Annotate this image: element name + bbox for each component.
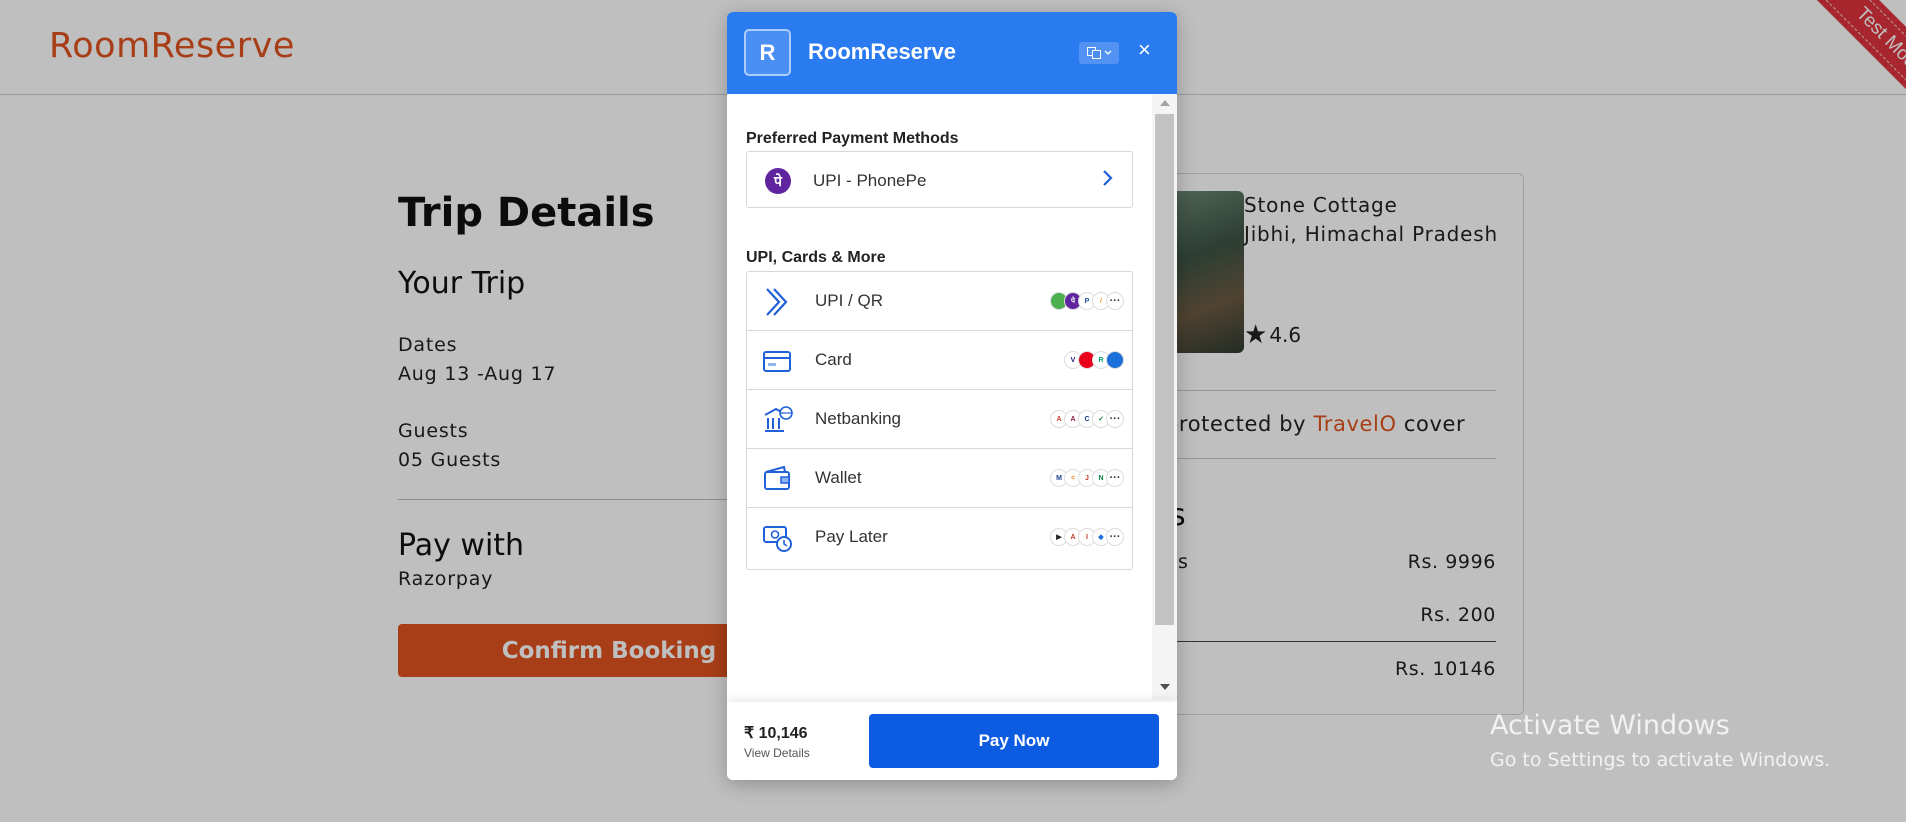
translate-icon	[1086, 47, 1101, 59]
upi-app-badges: पे P / ···	[1050, 292, 1124, 310]
method-netbanking[interactable]: Netbanking A A C ✓ ···	[747, 390, 1132, 449]
method-label: Pay Later	[815, 527, 888, 546]
total-amount: ₹ 10,146	[744, 725, 808, 742]
merchant-name: RoomReserve	[808, 39, 956, 64]
bank-icon	[764, 406, 793, 432]
pay-later-icon	[763, 526, 792, 552]
windows-activation-watermark: Activate Windows Go to Settings to activ…	[1490, 710, 1830, 771]
merchant-logo: R	[744, 29, 791, 76]
wallet-badges: M < J N ···	[1050, 469, 1124, 487]
checkout-header: R RoomReserve ×	[727, 12, 1177, 94]
more-icon: ···	[1106, 528, 1124, 546]
checkout-body: Preferred Payment Methods पे UPI - Phone…	[727, 94, 1177, 700]
close-icon[interactable]: ×	[1138, 39, 1151, 61]
preferred-methods-title: Preferred Payment Methods	[746, 130, 959, 147]
razorpay-checkout-modal: R RoomReserve × Preferred Payment Method…	[727, 12, 1177, 780]
more-icon: ···	[1106, 410, 1124, 428]
wallet-icon	[764, 465, 790, 490]
scrollbar[interactable]	[1152, 94, 1177, 700]
method-wallet[interactable]: Wallet M < J N ···	[747, 449, 1132, 508]
checkout-footer: ₹ 10,146 View Details Pay Now	[727, 702, 1177, 780]
pay-now-button[interactable]: Pay Now	[869, 714, 1159, 768]
more-icon: ···	[1106, 292, 1124, 310]
upi-cards-more-title: UPI, Cards & More	[746, 249, 886, 266]
method-pay-later[interactable]: Pay Later ▶ A I ◆ ···	[747, 508, 1132, 569]
method-label: Card	[815, 350, 852, 369]
watermark-subtitle: Go to Settings to activate Windows.	[1490, 749, 1831, 771]
scroll-down-arrow-icon[interactable]	[1160, 684, 1170, 690]
method-label: Netbanking	[815, 409, 902, 428]
upi-qr-icon	[766, 288, 788, 316]
method-upi-qr[interactable]: UPI / QR पे P / ···	[747, 272, 1132, 331]
method-label: UPI / QR	[815, 291, 884, 310]
chevron-down-icon	[1104, 50, 1111, 55]
bank-badges: A A C ✓ ···	[1050, 410, 1124, 428]
card-network-badges: V R	[1064, 351, 1124, 369]
method-label: Wallet	[815, 468, 862, 487]
phonepe-icon: पे	[765, 168, 791, 194]
language-selector[interactable]	[1079, 42, 1119, 64]
preferred-method-label: UPI - PhonePe	[813, 171, 927, 190]
scroll-up-arrow-icon[interactable]	[1160, 100, 1170, 106]
scrollbar-thumb[interactable]	[1155, 114, 1174, 625]
pay-later-badges: ▶ A I ◆ ···	[1050, 528, 1124, 546]
card-icon	[763, 351, 791, 372]
maestro-icon	[1106, 351, 1124, 369]
view-details-link[interactable]: View Details	[744, 746, 810, 760]
preferred-method-phonepe[interactable]: पे UPI - PhonePe	[746, 151, 1133, 208]
watermark-title: Activate Windows	[1490, 710, 1730, 741]
chevron-right-icon	[1103, 170, 1113, 186]
method-card[interactable]: Card V R	[747, 331, 1132, 390]
more-icon: ···	[1106, 469, 1124, 487]
payment-methods-list: UPI / QR पे P / ··· Card V R Netbanking …	[746, 271, 1133, 570]
